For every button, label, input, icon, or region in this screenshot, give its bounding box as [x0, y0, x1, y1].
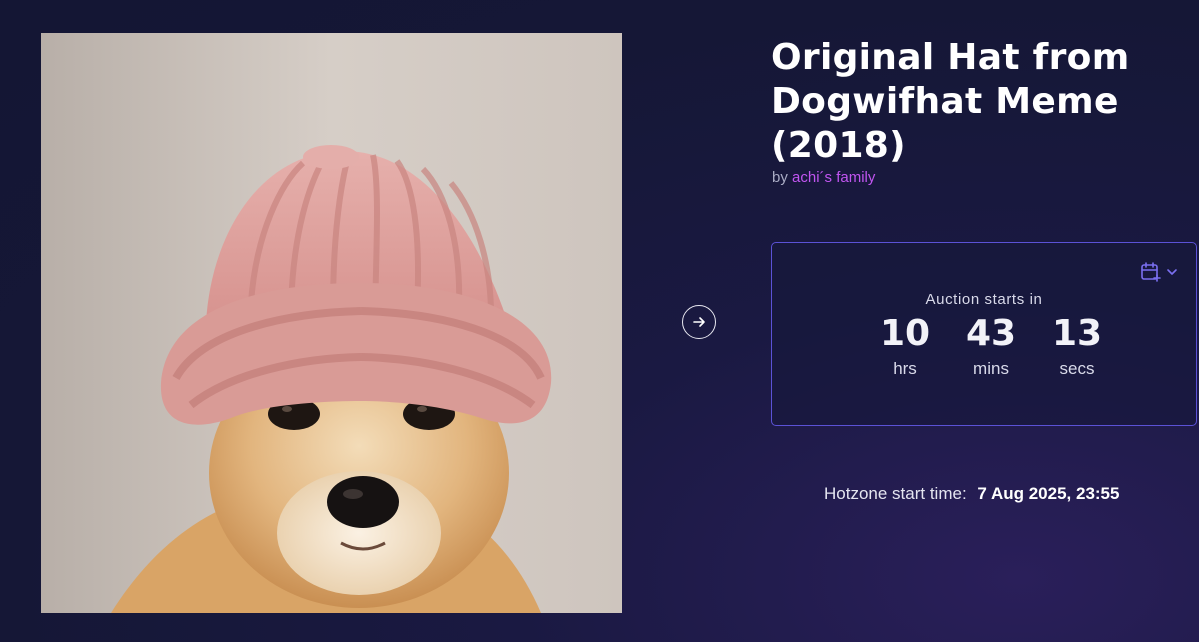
dog-with-hat-illustration	[41, 33, 622, 613]
countdown-minutes-unit: mins	[973, 359, 1009, 378]
item-title: Original Hat from Dogwifhat Meme (2018)	[771, 37, 1130, 166]
countdown-seconds-unit: secs	[1059, 359, 1095, 378]
countdown-seconds: 13 secs	[1034, 313, 1120, 381]
byline-prefix: by	[772, 169, 788, 186]
hotzone-label: Hotzone start time:	[824, 484, 967, 503]
artwork-image[interactable]	[41, 33, 622, 613]
next-item-button[interactable]	[682, 305, 716, 339]
hotzone-start-time: Hotzone start time: 7 Aug 2025, 23:55	[824, 484, 1119, 504]
auction-starts-label: Auction starts in	[925, 291, 1043, 308]
artist-link[interactable]: achi´s family	[792, 169, 875, 186]
countdown-hours: 10 hrs	[862, 313, 948, 381]
countdown-hours-value: 10	[879, 313, 931, 354]
countdown-minutes-value: 43	[965, 313, 1017, 354]
hotzone-value: 7 Aug 2025, 23:55	[977, 484, 1120, 503]
countdown-seconds-value: 13	[1051, 313, 1103, 354]
chevron-down-icon	[1167, 269, 1177, 275]
arrow-right-icon	[693, 317, 705, 327]
add-to-calendar-button[interactable]	[1140, 261, 1178, 283]
calendar-plus-icon	[1141, 262, 1161, 282]
countdown-timer: 10 hrs 43 mins 13 secs	[862, 313, 1120, 381]
auction-countdown-card: Auction starts in 10 hrs 43 mins 13 secs	[771, 242, 1197, 426]
byline: by achi´s family	[772, 169, 875, 186]
countdown-hours-unit: hrs	[893, 359, 917, 378]
countdown-minutes: 43 mins	[948, 313, 1034, 381]
